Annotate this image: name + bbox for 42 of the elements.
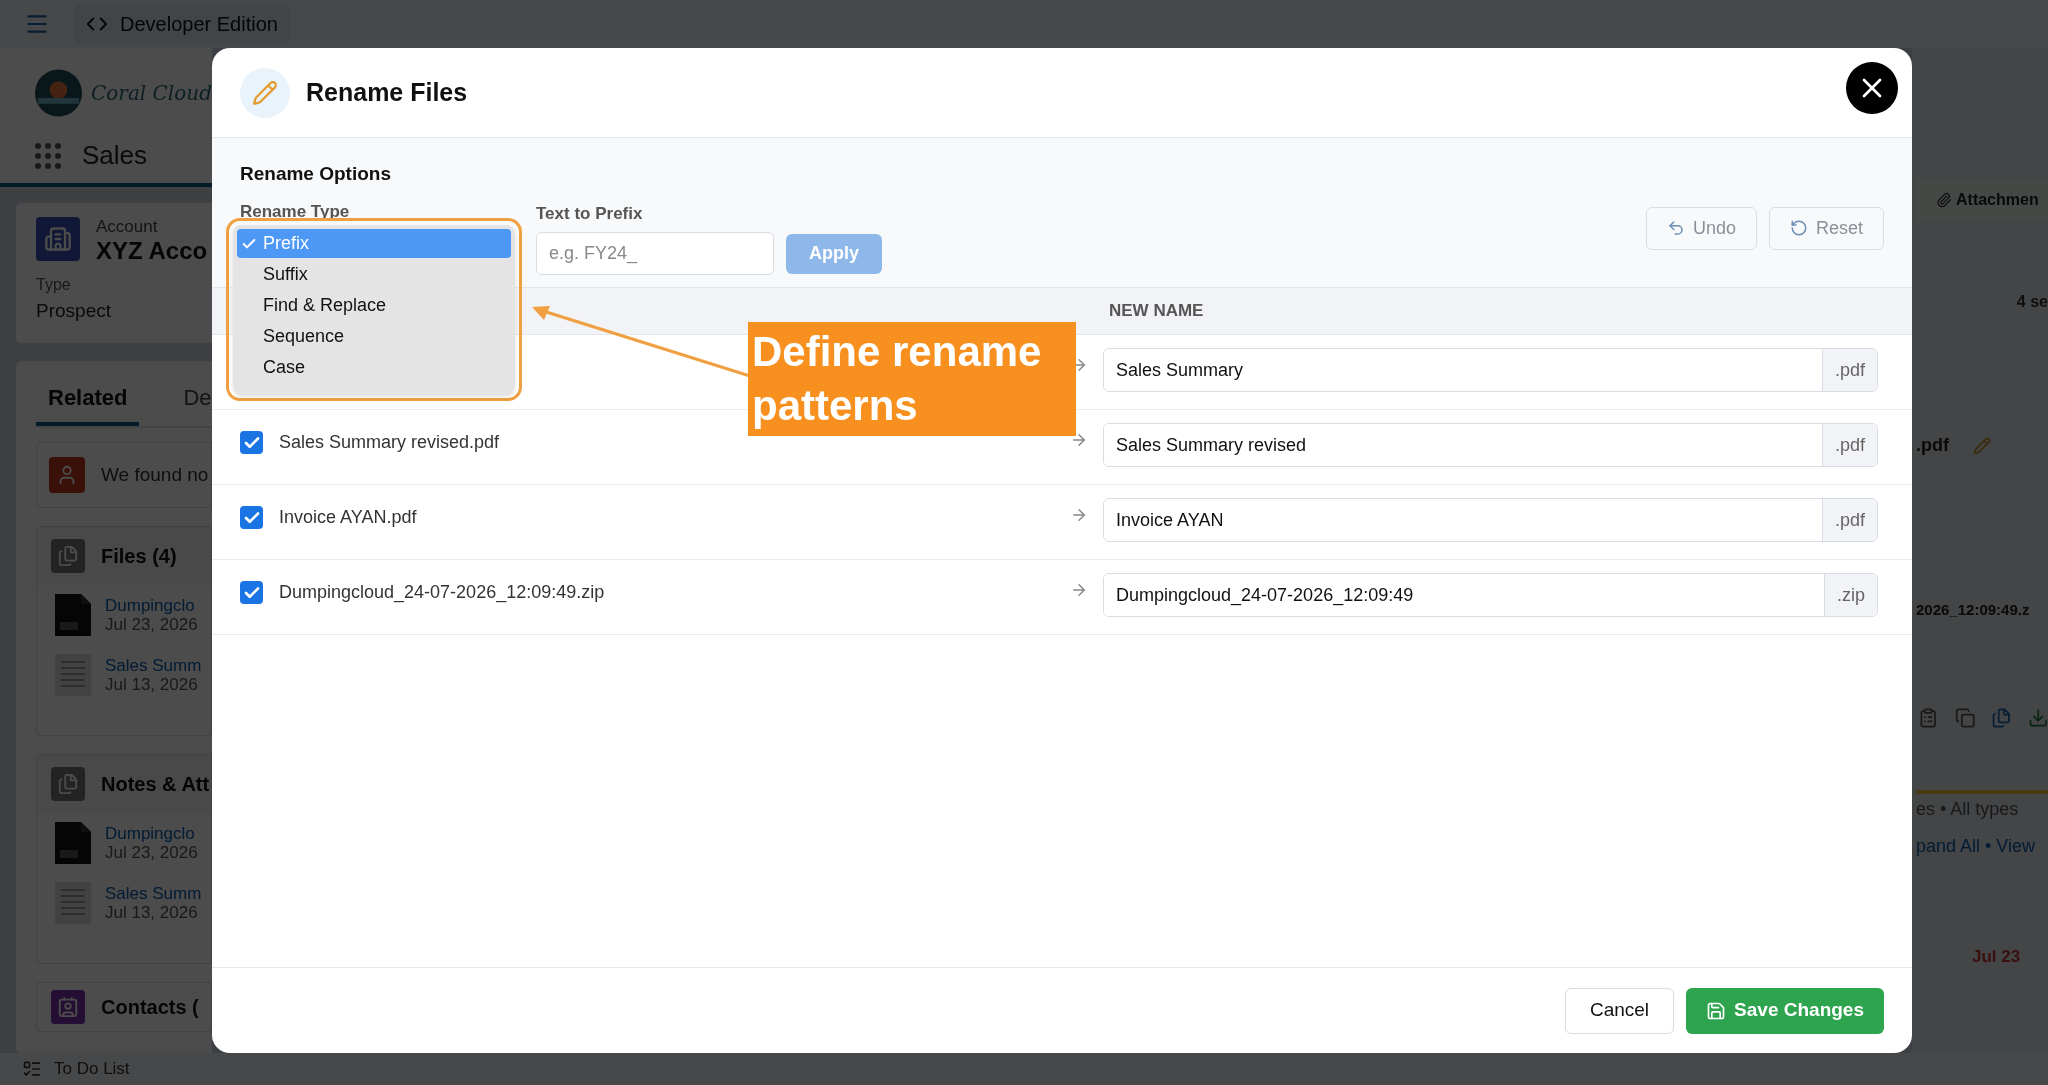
new-name-field[interactable]: Invoice AYAN .pdf bbox=[1103, 498, 1878, 542]
dropdown-option[interactable]: Find & Replace bbox=[237, 291, 511, 320]
section-title: Rename Options bbox=[240, 162, 392, 186]
object-label: Account bbox=[96, 217, 159, 237]
file-name: 2026_12:09:49.z bbox=[1916, 600, 2031, 620]
new-name-field[interactable]: Dumpingcloud_24-07-2026_12:09:49 .zip bbox=[1103, 573, 1878, 617]
dialog-title: Rename Files bbox=[306, 76, 468, 108]
original-file-name: Dumpingcloud_24-07-2026_12:09:49.zip bbox=[279, 581, 605, 605]
file-link[interactable]: Sales Summ bbox=[105, 656, 202, 675]
file-link[interactable]: Dumpingclo bbox=[105, 596, 198, 615]
prefix-input[interactable]: e.g. FY24_ bbox=[536, 232, 774, 275]
field-value: Prospect bbox=[36, 299, 112, 323]
extension-label: .zip bbox=[1824, 574, 1877, 616]
selection-count: 4 se bbox=[2016, 292, 2048, 312]
extension-label: .pdf bbox=[1821, 499, 1877, 541]
file-name: .pdf bbox=[1916, 434, 1949, 457]
dropdown-option[interactable]: Prefix bbox=[237, 229, 511, 258]
record-name: XYZ Acco bbox=[96, 237, 208, 265]
file-link[interactable]: Sales Summ bbox=[105, 884, 202, 903]
logo-text: Coral Cloud bbox=[91, 80, 212, 107]
links-text: pand All • View bbox=[1916, 834, 2037, 858]
original-file-name: Invoice AYAN.pdf bbox=[279, 506, 417, 529]
due-date: Jul 23 bbox=[1972, 945, 2022, 968]
callout-box: Define rename patterns bbox=[748, 322, 1076, 436]
app-name: Sales bbox=[82, 139, 148, 172]
extension-label: .pdf bbox=[1821, 349, 1877, 391]
card-title: Files (4) bbox=[101, 544, 177, 569]
dropdown-option[interactable]: Suffix bbox=[237, 260, 511, 289]
field-label: Text to Prefix bbox=[536, 202, 644, 225]
card-title: Notes & Att bbox=[101, 772, 210, 797]
original-file-name: Sales Summary revised.pdf bbox=[279, 431, 500, 454]
column-header: NEW NAME bbox=[1108, 300, 1205, 323]
new-name-field[interactable]: Sales Summary revised .pdf bbox=[1103, 423, 1878, 467]
new-name-field[interactable]: Sales Summary .pdf bbox=[1103, 348, 1878, 392]
cancel-button[interactable]: Cancel bbox=[1564, 987, 1675, 1034]
file-link[interactable]: Dumpingclo bbox=[105, 824, 198, 843]
extension-label: .pdf bbox=[1821, 424, 1877, 466]
dropdown-option[interactable]: Sequence bbox=[237, 322, 511, 351]
card-title: Contacts ( bbox=[101, 995, 199, 1020]
save-button[interactable]: Save Changes bbox=[1686, 987, 1884, 1034]
notice-text: We found no bbox=[101, 462, 209, 487]
dropdown-option[interactable]: Case bbox=[237, 353, 511, 382]
